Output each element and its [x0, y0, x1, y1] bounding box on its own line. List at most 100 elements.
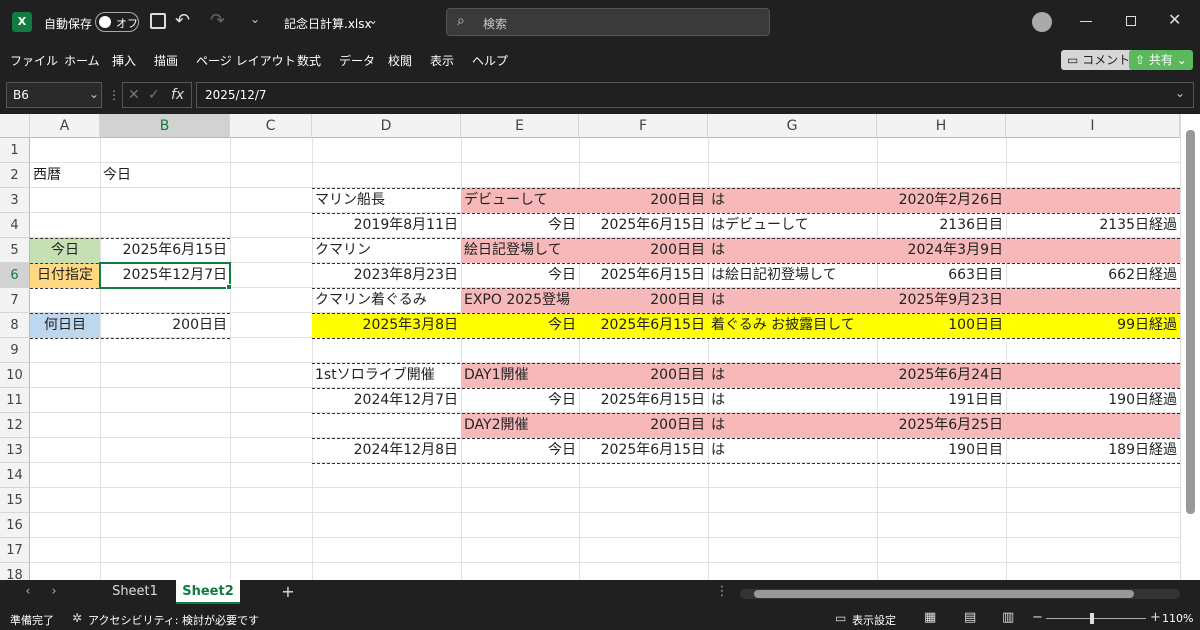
- cell-g7[interactable]: は: [708, 288, 877, 313]
- row-header-6[interactable]: 6: [0, 263, 30, 288]
- accessibility-status[interactable]: アクセシビリティ: 検討が必要です: [88, 612, 259, 628]
- row-header-13[interactable]: 13: [0, 438, 30, 463]
- row-header-10[interactable]: 10: [0, 363, 30, 388]
- cell-f11[interactable]: 2025年6月15日: [579, 388, 708, 413]
- row-header-12[interactable]: 12: [0, 413, 30, 438]
- horizontal-scrollbar[interactable]: [740, 589, 1180, 599]
- cell-e7[interactable]: EXPO 2025登場: [461, 288, 579, 313]
- cell-f5[interactable]: 200日目: [579, 238, 708, 263]
- column-header-a[interactable]: A: [30, 114, 100, 138]
- restore-icon[interactable]: [1126, 16, 1136, 26]
- column-header-h[interactable]: H: [877, 114, 1006, 138]
- close-icon[interactable]: ✕: [1168, 10, 1181, 29]
- cell-h10[interactable]: 2025年6月24日: [877, 363, 1006, 388]
- zoom-out-icon[interactable]: −: [1032, 610, 1043, 625]
- cell-g3[interactable]: は: [708, 188, 877, 213]
- cell-f8[interactable]: 2025年6月15日: [579, 313, 708, 338]
- name-box[interactable]: B6 ⌄: [6, 82, 102, 108]
- worksheet-grid[interactable]: A B C D E F G H I 1 2 3 4 5 6 7 8 9 10 11 12 13 14 15 16 17 18 西暦 今日…: [0, 114, 1200, 580]
- cancel-icon[interactable]: ✕: [128, 87, 140, 103]
- cell-g10[interactable]: は: [708, 363, 877, 388]
- cell-e13[interactable]: 今日: [461, 438, 579, 463]
- row-header-17[interactable]: 17: [0, 538, 30, 563]
- row-header-5[interactable]: 5: [0, 238, 30, 263]
- column-header-c[interactable]: C: [230, 114, 312, 138]
- cell-g5[interactable]: は: [708, 238, 877, 263]
- menu-file[interactable]: ファイル: [10, 52, 58, 69]
- cell-i13[interactable]: 189日経過: [1006, 438, 1180, 463]
- row-header-14[interactable]: 14: [0, 463, 30, 488]
- row-header-8[interactable]: 8: [0, 313, 30, 338]
- cell-f12[interactable]: 200日目: [579, 413, 708, 438]
- menu-data[interactable]: データ: [339, 52, 375, 69]
- column-header-d[interactable]: D: [312, 114, 461, 138]
- cell-g6[interactable]: は絵日記初登場して: [708, 263, 877, 288]
- cell-e11[interactable]: 今日: [461, 388, 579, 413]
- column-header-b[interactable]: B: [100, 114, 230, 138]
- tab-sheet2[interactable]: Sheet2: [176, 580, 240, 604]
- cell-d10[interactable]: 1stソロライブ開催: [312, 363, 461, 388]
- cell-b5[interactable]: 2025年6月15日: [100, 238, 230, 263]
- cell-d7[interactable]: クマリン着ぐるみ: [312, 288, 461, 313]
- cell-i11[interactable]: 190日経過: [1006, 388, 1180, 413]
- cell-a8[interactable]: 何日目: [30, 313, 100, 338]
- confirm-icon[interactable]: ✓: [148, 87, 160, 103]
- select-all-corner[interactable]: [0, 114, 30, 138]
- scroll-thumb[interactable]: [1186, 130, 1195, 514]
- save-icon[interactable]: [150, 13, 166, 29]
- share-button[interactable]: ⇧ 共有 ⌄: [1129, 50, 1193, 70]
- autosave-toggle[interactable]: オフ: [95, 12, 139, 32]
- cell-h11[interactable]: 191日目: [877, 388, 1006, 413]
- tab-prev-icon[interactable]: ‹: [18, 580, 38, 604]
- file-name[interactable]: 記念日計算.xlsx: [284, 15, 372, 32]
- minimize-icon[interactable]: [1080, 21, 1092, 22]
- redo-icon[interactable]: ↷: [210, 10, 225, 31]
- cell-e4[interactable]: 今日: [461, 213, 579, 238]
- cell-e3[interactable]: デビューして: [461, 188, 579, 213]
- fill-handle[interactable]: [226, 284, 232, 290]
- insert-function-icon[interactable]: fx: [171, 87, 184, 103]
- h-scroll-thumb[interactable]: [754, 590, 1134, 598]
- cell-h3[interactable]: 2020年2月26日: [877, 188, 1006, 213]
- cell-a5[interactable]: 今日: [30, 238, 100, 263]
- cell-d4[interactable]: 2019年8月11日: [312, 213, 461, 238]
- menu-formulas[interactable]: 数式: [297, 52, 321, 69]
- cell-h5[interactable]: 2024年3月9日: [877, 238, 1006, 263]
- cell-i6[interactable]: 662日経過: [1006, 263, 1180, 288]
- row-header-7[interactable]: 7: [0, 288, 30, 313]
- zoom-in-icon[interactable]: +: [1150, 610, 1161, 625]
- zoom-level[interactable]: 110%: [1162, 612, 1193, 625]
- column-header-f[interactable]: F: [579, 114, 708, 138]
- row-header-9[interactable]: 9: [0, 338, 30, 363]
- row-header-16[interactable]: 16: [0, 513, 30, 538]
- menu-home[interactable]: ホーム: [64, 52, 100, 69]
- cell-f10[interactable]: 200日目: [579, 363, 708, 388]
- cell-d5[interactable]: クマリン: [312, 238, 461, 263]
- tab-sheet1[interactable]: Sheet1: [100, 580, 170, 604]
- undo-icon[interactable]: ↶: [175, 10, 190, 31]
- menu-help[interactable]: ヘルプ: [472, 52, 508, 69]
- column-header-e[interactable]: E: [461, 114, 579, 138]
- cell-i4[interactable]: 2135日経過: [1006, 213, 1180, 238]
- row-header-11[interactable]: 11: [0, 388, 30, 413]
- cell-a2[interactable]: 西暦: [30, 163, 100, 188]
- cell-g11[interactable]: は: [708, 388, 877, 413]
- cell-g8[interactable]: 着ぐるみ お披露目して: [708, 313, 877, 338]
- cell-d13[interactable]: 2024年12月8日: [312, 438, 461, 463]
- menu-review[interactable]: 校閲: [388, 52, 412, 69]
- cell-e5[interactable]: 絵日記登場して: [461, 238, 579, 263]
- cell-f13[interactable]: 2025年6月15日: [579, 438, 708, 463]
- cell-b2[interactable]: 今日: [100, 163, 230, 188]
- tab-next-icon[interactable]: ›: [44, 580, 64, 604]
- page-break-view-icon[interactable]: ▥: [1002, 610, 1014, 625]
- cell-g12[interactable]: は: [708, 413, 877, 438]
- cell-e10[interactable]: DAY1開催: [461, 363, 579, 388]
- cell-i8[interactable]: 99日経過: [1006, 313, 1180, 338]
- menu-insert[interactable]: 挿入: [112, 52, 136, 69]
- zoom-slider[interactable]: [1046, 613, 1146, 624]
- account-avatar[interactable]: [1032, 12, 1052, 32]
- cell-h13[interactable]: 190日目: [877, 438, 1006, 463]
- row-header-2[interactable]: 2: [0, 163, 30, 188]
- column-header-i[interactable]: I: [1006, 114, 1180, 138]
- vertical-scrollbar[interactable]: [1180, 114, 1200, 580]
